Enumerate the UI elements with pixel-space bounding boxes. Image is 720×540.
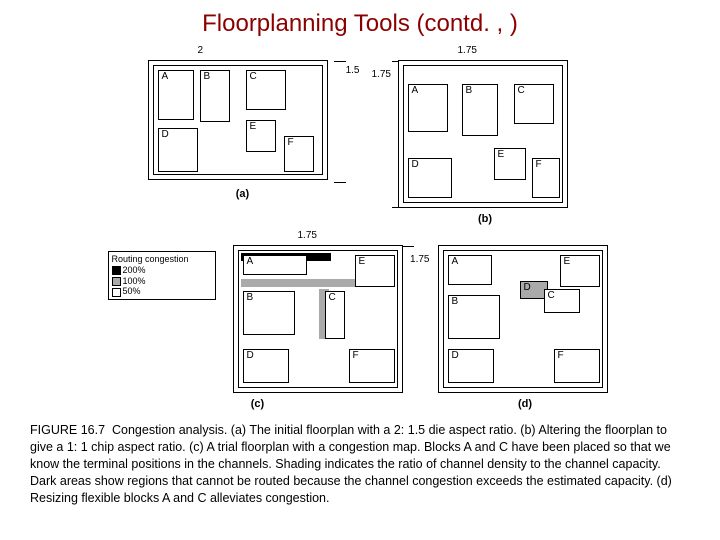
swatch-100 xyxy=(112,277,121,286)
legend-item: 50% xyxy=(123,286,141,296)
block-label: D xyxy=(452,350,459,361)
block-label: C xyxy=(250,71,257,82)
figure-panels: 2 1.5 A B C D E F (a) xyxy=(30,48,690,410)
block-d-D2: D xyxy=(448,349,494,383)
block-label: A xyxy=(247,256,254,267)
block-label: E xyxy=(250,121,257,132)
dim-a-width: 2 xyxy=(198,46,204,56)
block-a-F: F xyxy=(284,136,314,172)
panel-c: Routing congestion 200% 100% 50% 1.75 1.… xyxy=(108,233,408,410)
panel-c-label: (c) xyxy=(251,398,264,410)
block-c-C: C xyxy=(325,291,345,339)
block-d-E: E xyxy=(560,255,600,287)
block-label: C xyxy=(329,292,336,303)
block-b-B: B xyxy=(462,84,498,136)
block-a-E: E xyxy=(246,120,276,152)
dim-c-height: 1.75 xyxy=(410,255,429,265)
page-title: Floorplanning Tools (contd. , ) xyxy=(30,10,690,38)
legend-title: Routing congestion xyxy=(112,254,212,265)
block-c-A: A xyxy=(243,255,307,275)
legend-item: 100% xyxy=(123,276,146,286)
block-label: C xyxy=(518,85,525,96)
block-label: E xyxy=(564,256,571,267)
block-label: B xyxy=(247,292,254,303)
block-a-B: B xyxy=(200,70,230,122)
dim-c-width: 1.75 xyxy=(298,231,317,241)
dim-a-height: 1.5 xyxy=(346,66,360,76)
block-c-B: B xyxy=(243,291,295,335)
block-c-D: D xyxy=(243,349,289,383)
block-label: F xyxy=(353,350,359,361)
block-label: E xyxy=(498,149,505,160)
block-c-E: E xyxy=(355,255,395,287)
block-label: D xyxy=(524,282,531,293)
block-label: A xyxy=(412,85,419,96)
block-label: F xyxy=(288,137,294,148)
panel-a-label: (a) xyxy=(236,188,249,200)
block-label: A xyxy=(452,256,459,267)
block-d-C: C xyxy=(544,289,580,313)
block-b-C: C xyxy=(514,84,554,124)
block-label: B xyxy=(466,85,473,96)
block-b-E: E xyxy=(494,148,526,180)
figure-number: FIGURE 16.7 xyxy=(30,423,105,437)
block-d-F: F xyxy=(554,349,600,383)
block-d-A: A xyxy=(448,255,492,285)
figure-caption: FIGURE 16.7 Congestion analysis. (a) The… xyxy=(30,422,690,506)
panel-a: 2 1.5 A B C D E F (a) xyxy=(148,48,338,200)
swatch-50 xyxy=(112,288,121,297)
legend-item: 200% xyxy=(123,265,146,275)
block-label: B xyxy=(452,296,459,307)
block-label: C xyxy=(548,290,555,301)
dim-b-width: 1.75 xyxy=(458,46,477,56)
block-a-A: A xyxy=(158,70,194,120)
panel-b: 1.75 1.75 A B C D E F (b) xyxy=(398,48,573,225)
block-a-C: C xyxy=(246,70,286,110)
block-b-A: A xyxy=(408,84,448,132)
block-label: B xyxy=(204,71,211,82)
panel-b-label: (b) xyxy=(478,213,492,225)
block-label: D xyxy=(247,350,254,361)
block-label: F xyxy=(536,159,542,170)
block-c-F: F xyxy=(349,349,395,383)
swatch-200 xyxy=(112,266,121,275)
panel-d-label: (d) xyxy=(518,398,532,410)
block-label: E xyxy=(359,256,366,267)
block-label: A xyxy=(162,71,169,82)
panel-d: A E D C B D F (d) xyxy=(438,233,613,410)
block-a-D: D xyxy=(158,128,198,172)
block-label: D xyxy=(412,159,419,170)
congestion-legend: Routing congestion 200% 100% 50% xyxy=(108,251,216,300)
block-b-F: F xyxy=(532,158,560,198)
block-d-B: B xyxy=(448,295,500,339)
block-label: F xyxy=(558,350,564,361)
dim-b-height: 1.75 xyxy=(372,70,391,80)
block-b-D: D xyxy=(408,158,452,198)
block-label: D xyxy=(162,129,169,140)
caption-text: Congestion analysis. (a) The initial flo… xyxy=(30,423,672,505)
